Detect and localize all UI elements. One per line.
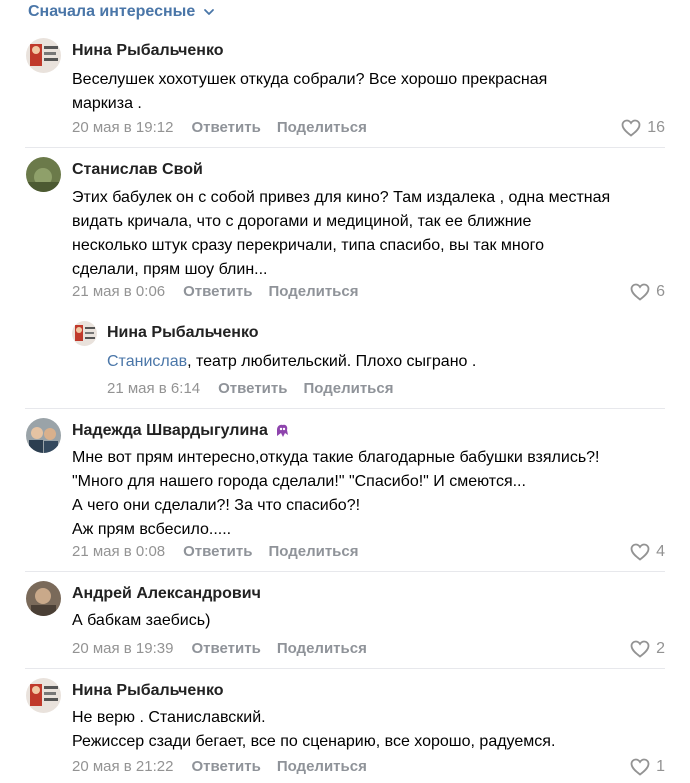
chevron-down-icon (204, 9, 215, 15)
comment-text: Этих бабулек он с собой привез для кино?… (72, 189, 611, 278)
reply-button[interactable]: Ответить (191, 119, 260, 136)
divider (25, 571, 665, 572)
like-button[interactable]: 16 (621, 119, 665, 137)
comment-date[interactable]: 20 мая в 19:12 (72, 119, 173, 136)
comment-author[interactable]: Надежда Швардыгулина (72, 422, 290, 440)
comment-author[interactable]: Станислав Свой (72, 161, 203, 179)
reply-button[interactable]: Ответить (191, 640, 260, 657)
comment-meta: 21 мая в 0:08 Ответить Поделиться (72, 543, 359, 560)
divider (25, 668, 665, 669)
heart-icon (630, 758, 650, 776)
purple-creature-emoji (276, 424, 288, 437)
avatar[interactable] (26, 157, 61, 192)
comment-date[interactable]: 21 мая в 6:14 (107, 380, 200, 397)
author-name: Нина Рыбальченко (72, 682, 224, 699)
like-count: 4 (656, 543, 665, 560)
share-button[interactable]: Поделиться (277, 119, 367, 136)
share-button[interactable]: Поделиться (268, 283, 358, 300)
divider (25, 147, 665, 148)
comment-text: Мне вот прям интересно,откуда такие благ… (72, 449, 600, 538)
heart-icon (621, 119, 641, 137)
like-button[interactable]: 2 (630, 640, 665, 658)
comment-author[interactable]: Андрей Александрович (72, 585, 261, 603)
sort-label: Сначала интересные (28, 3, 196, 20)
author-name: Станислав Свой (72, 161, 203, 178)
heart-icon (630, 640, 650, 658)
share-button[interactable]: Поделиться (277, 640, 367, 657)
comment-meta: 21 мая в 0:06 Ответить Поделиться (72, 283, 359, 300)
share-button[interactable]: Поделиться (303, 380, 393, 397)
like-button[interactable]: 4 (630, 543, 665, 561)
heart-icon (630, 283, 650, 301)
avatar[interactable] (72, 321, 97, 346)
reply-button[interactable]: Ответить (183, 283, 252, 300)
like-button[interactable]: 6 (630, 283, 665, 301)
comment-date[interactable]: 21 мая в 0:08 (72, 543, 165, 560)
comment-author[interactable]: Нина Рыбальченко (72, 42, 224, 60)
avatar[interactable] (26, 678, 61, 713)
comment-author[interactable]: Нина Рыбальченко (107, 324, 259, 342)
reply-text: , театр любительский. Плохо сыграно . (187, 353, 477, 370)
avatar[interactable] (26, 581, 61, 616)
reply-button[interactable]: Ответить (183, 543, 252, 560)
share-button[interactable]: Поделиться (268, 543, 358, 560)
comment-date[interactable]: 21 мая в 0:06 (72, 283, 165, 300)
avatar[interactable] (26, 418, 61, 453)
comment-meta: 21 мая в 6:14 Ответить Поделиться (107, 380, 394, 397)
comment-meta: 20 мая в 21:22 Ответить Поделиться (72, 758, 367, 775)
like-button[interactable]: 1 (630, 758, 665, 776)
mention-link[interactable]: Станислав (107, 353, 187, 370)
comment-text: Станислав, театр любительский. Плохо сыг… (107, 350, 667, 374)
comment-text: А бабкам заебись) (72, 612, 211, 629)
sort-selector[interactable]: Сначала интересные (28, 1, 215, 23)
comment-text: Веселушек хохотушек откуда собрали? Все … (72, 71, 548, 112)
like-count: 2 (656, 640, 665, 657)
reply-button[interactable]: Ответить (191, 758, 260, 775)
author-name: Надежда Швардыгулина (72, 422, 268, 439)
like-count: 6 (656, 283, 665, 300)
comment-author[interactable]: Нина Рыбальченко (72, 682, 224, 700)
share-button[interactable]: Поделиться (277, 758, 367, 775)
author-name: Нина Рыбальченко (72, 42, 224, 59)
reply-button[interactable]: Ответить (218, 380, 287, 397)
like-count: 16 (647, 119, 665, 136)
like-count: 1 (656, 758, 665, 775)
heart-icon (630, 543, 650, 561)
comment-text: Не верю . Станиславский. Режиссер сзади … (72, 709, 556, 750)
comment-date[interactable]: 20 мая в 21:22 (72, 758, 173, 775)
author-name: Нина Рыбальченко (107, 324, 259, 341)
comment-date[interactable]: 20 мая в 19:39 (72, 640, 173, 657)
comment-meta: 20 мая в 19:39 Ответить Поделиться (72, 640, 367, 657)
divider (25, 408, 665, 409)
author-name: Андрей Александрович (72, 585, 261, 602)
comment-meta: 20 мая в 19:12 Ответить Поделиться (72, 119, 367, 136)
avatar[interactable] (26, 38, 61, 73)
